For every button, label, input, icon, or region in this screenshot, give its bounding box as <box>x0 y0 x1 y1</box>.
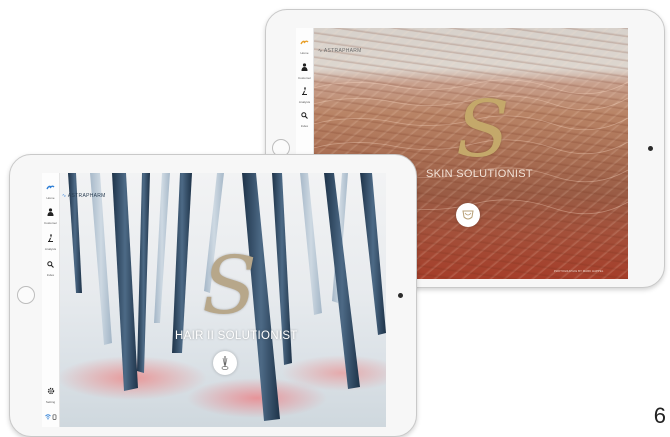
logo-icon <box>46 185 55 190</box>
photo-credit: PHOTOGRAPHIE BY MARK HAPPEL <box>554 270 604 273</box>
sidebar-item-analysis[interactable]: Analysis <box>42 229 59 251</box>
user-icon <box>301 63 308 71</box>
sidebar-item-label: Home <box>46 196 55 200</box>
sidebar-item-label: Setting <box>45 400 56 404</box>
sidebar-item-label: Home <box>300 51 309 55</box>
page-number: 6 <box>653 403 666 428</box>
sidebar-item-analysis[interactable]: Analysis <box>296 82 313 104</box>
sidebar-item-setting[interactable]: Setting <box>42 382 59 404</box>
sidebar-item-label: Index <box>46 273 55 277</box>
hair-app-screen: Home Customer Analysis Index Setting ∿ A… <box>42 173 386 427</box>
sidebar-item-label: Analysis <box>298 100 311 104</box>
user-icon <box>47 208 54 216</box>
brand-logo: ∿ ASTRAPHARM <box>62 193 106 199</box>
sidebar-item-customer[interactable]: Customer <box>42 203 59 225</box>
hair-mode-button[interactable] <box>213 351 237 375</box>
camera-dot <box>398 293 403 298</box>
sidebar-item-index[interactable]: Index <box>296 106 313 128</box>
sidebar-item-label: Customer <box>297 76 311 80</box>
front-tablet: Home Customer Analysis Index Setting ∿ A… <box>9 154 417 437</box>
microscope-icon <box>302 87 307 95</box>
skin-shield-icon <box>462 210 474 220</box>
gear-icon <box>47 387 54 395</box>
app-tagline: HAIR II SOLUTIONIST <box>175 330 298 342</box>
sidebar-item-home[interactable]: Home <box>42 178 59 200</box>
app-tagline: SKIN SOLUTIONIST <box>426 168 533 180</box>
sidebar-item-label: Index <box>300 124 309 128</box>
camera-dot <box>648 146 653 151</box>
hair-follicle-icon <box>221 356 229 370</box>
sidebar-item-index[interactable]: Index <box>42 255 59 277</box>
brand-monogram: S <box>456 85 510 175</box>
sidebar-item-status[interactable] <box>42 407 59 425</box>
sidebar-item-label: Analysis <box>44 247 57 251</box>
brand-monogram: S <box>202 239 257 332</box>
sidebar-item-label: Customer <box>43 221 57 225</box>
sidebar: Home Customer Analysis <box>42 173 60 427</box>
brand-logo: ∿ ASTRAPHARM <box>318 48 362 54</box>
search-icon <box>301 112 308 119</box>
sidebar-item-home[interactable]: Home <box>296 33 313 55</box>
microscope-icon <box>48 234 53 242</box>
home-button[interactable] <box>17 286 35 304</box>
search-icon <box>47 261 54 268</box>
logo-icon <box>300 40 309 45</box>
skin-mode-button[interactable] <box>456 203 480 227</box>
wifi-icon <box>44 414 56 420</box>
sidebar-item-customer[interactable]: Customer <box>296 58 313 80</box>
battery-icon <box>52 414 56 420</box>
